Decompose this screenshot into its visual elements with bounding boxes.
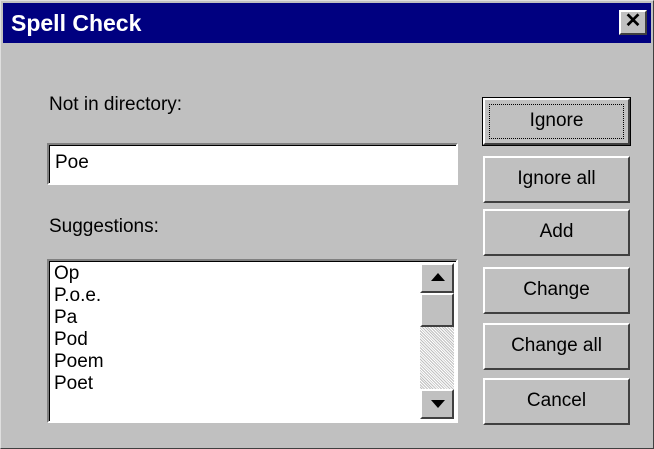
suggestion-item[interactable]: Op bbox=[54, 263, 419, 285]
ignore-button[interactable]: Ignore bbox=[482, 97, 631, 146]
cancel-button[interactable]: Cancel bbox=[483, 378, 630, 425]
scroll-up-button[interactable] bbox=[420, 263, 454, 293]
suggestion-item[interactable]: Pa bbox=[54, 307, 419, 329]
title-bar[interactable]: Spell Check ✕ bbox=[3, 3, 651, 43]
suggestions-listbox[interactable]: Op P.o.e. Pa Pod Poem Poet bbox=[47, 259, 458, 423]
ignore-all-button-label: Ignore all bbox=[517, 168, 596, 189]
suggestion-item[interactable]: P.o.e. bbox=[54, 285, 419, 307]
change-all-button-label: Change all bbox=[511, 335, 602, 356]
close-button[interactable]: ✕ bbox=[619, 10, 647, 35]
add-button-label: Add bbox=[539, 221, 574, 242]
arrow-up-icon bbox=[431, 273, 445, 281]
scroll-down-button[interactable] bbox=[420, 389, 454, 419]
not-in-directory-field[interactable]: Poe bbox=[47, 143, 458, 185]
not-in-directory-label: Not in directory: bbox=[49, 94, 182, 116]
not-in-directory-label-text: Not in directory: bbox=[49, 94, 183, 115]
suggestion-item[interactable]: Poem bbox=[54, 351, 419, 373]
suggestion-item[interactable]: Pod bbox=[54, 329, 419, 351]
change-button[interactable]: Change bbox=[483, 267, 630, 314]
change-all-button[interactable]: Change all bbox=[483, 323, 630, 370]
arrow-down-icon bbox=[431, 400, 445, 408]
suggestions-label: Suggestions: bbox=[49, 216, 159, 238]
suggestion-item[interactable]: Poet bbox=[54, 373, 419, 395]
add-button[interactable]: Add bbox=[483, 209, 630, 256]
suggestions-label-text: Suggestions: bbox=[49, 216, 159, 237]
change-button-label: Change bbox=[523, 279, 590, 300]
window-title: Spell Check bbox=[11, 10, 142, 36]
ignore-all-button[interactable]: Ignore all bbox=[483, 156, 630, 203]
cancel-button-label: Cancel bbox=[526, 390, 587, 411]
spell-check-dialog: Spell Check ✕ Not in directory: Poe Sugg… bbox=[0, 0, 654, 449]
focus-indicator bbox=[489, 104, 624, 139]
suggestions-scrollbar[interactable] bbox=[420, 263, 454, 419]
scroll-thumb[interactable] bbox=[420, 293, 454, 327]
suggestions-list: Op P.o.e. Pa Pod Poem Poet bbox=[54, 263, 419, 395]
